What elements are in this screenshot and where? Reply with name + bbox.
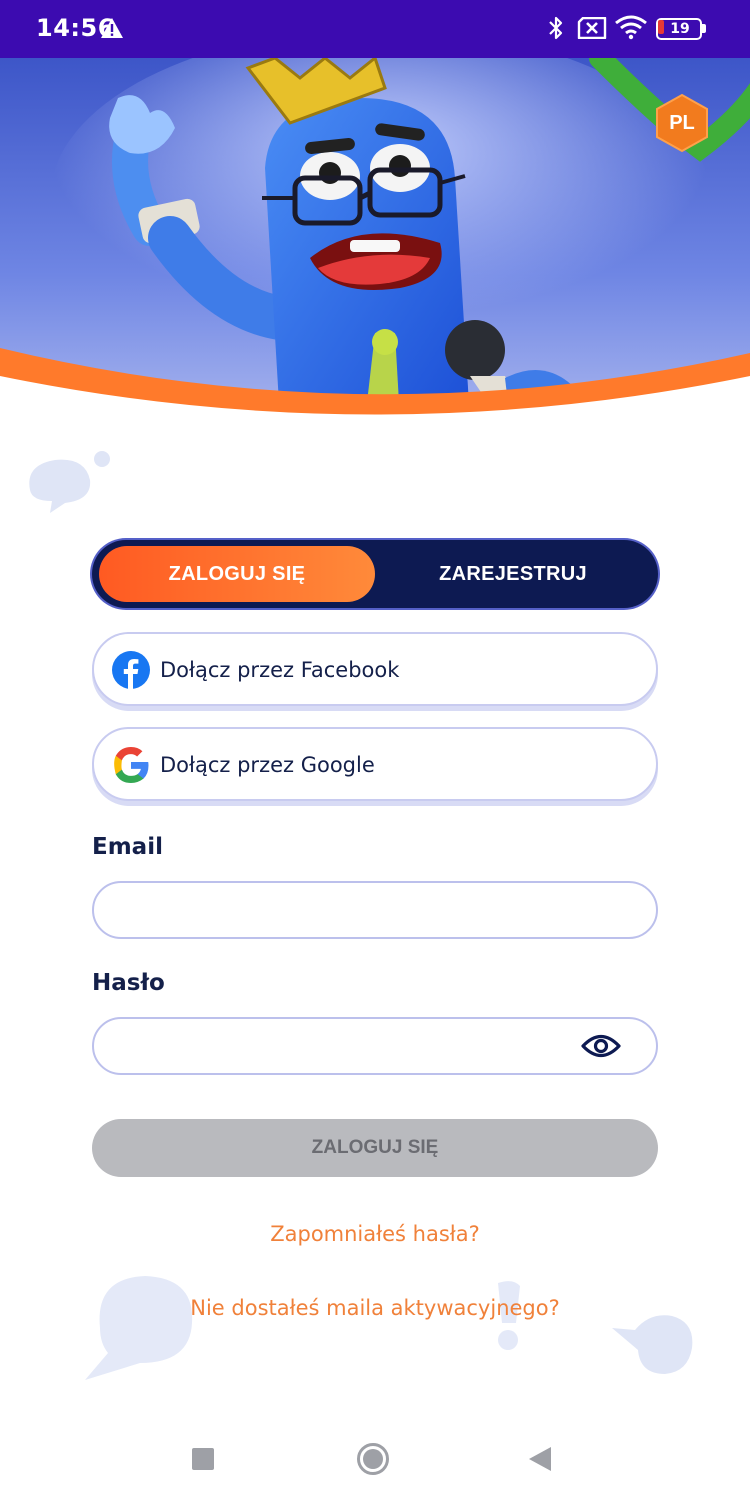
facebook-login-label: Dołącz przez Facebook [160, 658, 400, 682]
show-password-eye-icon[interactable] [581, 1031, 621, 1061]
tab-register[interactable]: ZAREJESTRUJ [375, 546, 651, 602]
google-login-button[interactable]: Dołącz przez Google [92, 727, 658, 801]
auth-tabs: ZALOGUJ SIĘ ZAREJESTRUJ [92, 540, 658, 608]
decorative-bubble-icon [85, 1276, 193, 1380]
google-login-label: Dołącz przez Google [160, 753, 375, 777]
login-submit-button[interactable]: ZALOGUJ SIĘ [92, 1119, 658, 1177]
decorative-bubble-icon [29, 451, 110, 513]
password-field[interactable] [92, 1017, 658, 1075]
hero-illustration [0, 58, 750, 420]
battery-level: 19 [670, 21, 690, 37]
battery-icon: 19 [656, 18, 706, 40]
language-badge[interactable]: PL [652, 93, 712, 153]
forgot-password-link[interactable]: Zapomniałeś hasła? [0, 1222, 750, 1246]
bluetooth-icon [549, 16, 563, 40]
home-button[interactable] [356, 1442, 390, 1476]
email-label: Email [92, 834, 163, 860]
password-label: Hasło [92, 970, 165, 996]
google-icon [114, 747, 149, 783]
resend-activation-link[interactable]: Nie dostałeś maila aktywacyjnego? [0, 1296, 750, 1320]
status-bar: 14:56 19 [0, 0, 750, 58]
email-field[interactable] [92, 881, 658, 939]
decorative-bubble-icon [612, 1315, 693, 1374]
recent-apps-button[interactable] [192, 1448, 214, 1470]
hero-banner [0, 58, 750, 420]
sim-disabled-icon [577, 17, 607, 39]
facebook-login-button[interactable]: Dołącz przez Facebook [92, 632, 658, 706]
tab-login[interactable]: ZALOGUJ SIĘ [99, 546, 375, 602]
warning-icon [101, 18, 123, 38]
facebook-icon [112, 651, 150, 689]
wifi-icon [615, 15, 647, 40]
back-button[interactable] [527, 1445, 553, 1473]
